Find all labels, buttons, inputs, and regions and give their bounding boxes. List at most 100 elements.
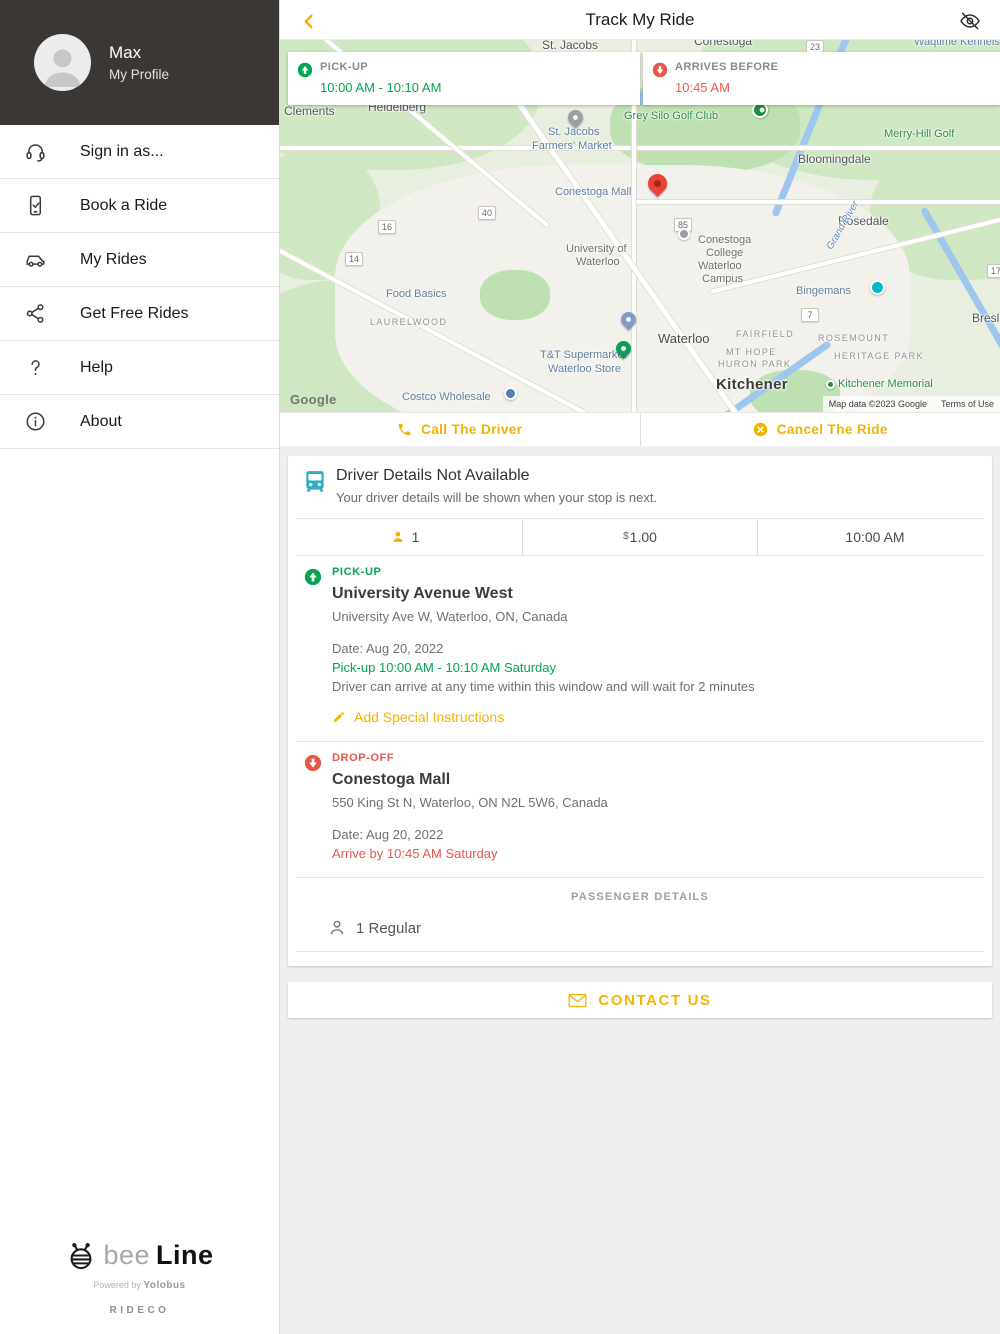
map-label: Bloomingdale [798, 152, 871, 166]
map-terrain-patch [700, 340, 860, 412]
passenger-count-stat: 1 [288, 519, 522, 555]
arrives-overlay-label: ARRIVES BEFORE [675, 61, 779, 73]
map-park-patch [750, 370, 840, 412]
map-label: Conestoga [698, 234, 752, 246]
road-shield: 17 [987, 264, 1000, 278]
map-label: ROSEMOUNT [818, 333, 890, 343]
map-road [280, 238, 640, 412]
map-road [280, 146, 1000, 150]
brand-name-bold: Line [156, 1239, 214, 1270]
hide-map-button[interactable] [958, 9, 982, 33]
map-label: Campus [702, 273, 743, 285]
app-window: Max My Profile Sign in as... Book a Ride [0, 0, 1000, 1334]
cancel-ride-button[interactable]: Cancel The Ride [641, 413, 1000, 446]
time-stat: 10:00 AM [757, 519, 992, 555]
pickup-summary-card: PICK-UP 10:00 AM - 10:10 AM [288, 52, 640, 105]
conestoga-mall-pin [644, 170, 671, 197]
pickup-window: Pick-up 10:00 AM - 10:10 AM Saturday [332, 660, 557, 675]
top-bar: Track My Ride [280, 0, 1000, 40]
map-label: Costco Wholesale [402, 391, 491, 403]
map-label: Bingemans [796, 285, 852, 297]
pickup-title: University Avenue West [332, 585, 513, 602]
map-label: HURON PARK [718, 359, 792, 369]
map-label: Food Basics [386, 288, 447, 300]
sidebar-item-label: Help [80, 358, 113, 376]
eye-off-icon [960, 12, 980, 30]
waterloo-pin [617, 308, 640, 331]
google-watermark: Google [290, 392, 337, 407]
map-river [721, 340, 833, 412]
pickup-icon [304, 568, 322, 586]
sidebar-item-about[interactable]: About [0, 395, 279, 449]
sidebar-item-label: Get Free Rides [80, 304, 189, 322]
bus-icon [306, 471, 324, 492]
arrives-overlay-time: 10:45 AM [675, 80, 730, 95]
map-park-patch [480, 270, 550, 320]
pencil-icon [334, 712, 344, 722]
dropoff-section: DROP-OFF Conestoga Mall 550 King St N, W… [288, 742, 992, 877]
dropoff-date: Date: Aug 20, 2022 [332, 827, 444, 842]
add-instructions-label: Add Special Instructions [354, 709, 505, 725]
profile-header[interactable]: Max My Profile [0, 0, 279, 125]
contact-us-label: CONTACT US [598, 991, 712, 1009]
map-terrain-patch [870, 150, 1000, 280]
dropoff-title: Conestoga Mall [332, 771, 451, 788]
booking-icon [22, 193, 48, 219]
map-label: Waterloo [576, 256, 620, 268]
passenger-outline-icon [330, 920, 344, 935]
contact-us-button[interactable]: CONTACT US [288, 982, 992, 1018]
map-label: Waterloo [658, 331, 710, 346]
pickup-overlay-label: PICK-UP [320, 61, 369, 73]
map-urban-area [335, 165, 910, 412]
pickup-overlay-time: 10:00 AM - 10:10 AM [320, 80, 442, 95]
road-shield: 14 [345, 252, 363, 266]
sidebar-item-label: My Rides [80, 250, 147, 268]
sidebar-item-sign-in[interactable]: Sign in as... [0, 125, 279, 179]
info-icon [22, 409, 48, 435]
map-label: University of [566, 243, 627, 255]
sidebar-menu: Sign in as... Book a Ride My Rides Get F… [0, 125, 279, 449]
map[interactable]: St. Jacobs Conestoga Waqtime Kennels Clemen… [280, 40, 1000, 412]
pickup-pin-icon [297, 62, 313, 78]
map-river [920, 206, 1000, 358]
trip-summary-overlay: PICK-UP 10:00 AM - 10:10 AM ARRIVES BEFO… [280, 52, 1000, 105]
ride-actions-bar: Call The Driver Cancel The Ride [280, 412, 1000, 446]
road-shield: 85 [674, 218, 692, 232]
map-road [636, 200, 1000, 204]
map-label: MT HOPE [726, 347, 777, 357]
kitchener-memorial-marker [826, 380, 835, 389]
map-label: Grey Silo Golf Club [624, 110, 719, 122]
terms-of-use-link[interactable]: Terms of Use [941, 399, 994, 409]
add-special-instructions-button[interactable]: Add Special Instructions [332, 709, 755, 725]
bee-icon [71, 1242, 92, 1270]
passenger-row: 1 Regular [288, 907, 992, 951]
map-terrain-patch [280, 150, 380, 280]
call-driver-button[interactable]: Call The Driver [280, 413, 641, 446]
driver-status-title: Driver Details Not Available [336, 467, 530, 484]
map-label: Waterloo Store [548, 363, 621, 375]
road-shield: 40 [478, 206, 496, 220]
dropoff-arrive-by: Arrive by 10:45 AM Saturday [332, 846, 498, 861]
fare-amount: 1.00 [629, 529, 657, 545]
sidebar-item-get-free-rides[interactable]: Get Free Rides [0, 287, 279, 341]
profile-subtitle: My Profile [109, 67, 170, 82]
sidebar-item-my-rides[interactable]: My Rides [0, 233, 279, 287]
sidebar: Max My Profile Sign in as... Book a Ride [0, 0, 280, 1334]
map-label: St. Jacobs [542, 40, 599, 52]
sidebar-item-label: Book a Ride [80, 196, 168, 214]
sidebar-item-book-a-ride[interactable]: Book a Ride [0, 179, 279, 233]
app-branding: bee Line Powered by Yolobus RIDECO [0, 1239, 279, 1316]
map-label: St. Jacobs [548, 126, 600, 138]
back-button[interactable] [296, 8, 322, 34]
headset-icon [22, 139, 48, 165]
dropoff-address: 550 King St N, Waterloo, ON N2L 5W6, Can… [332, 795, 608, 810]
sidebar-item-help[interactable]: Help [0, 341, 279, 395]
profile-name: Max [109, 43, 142, 62]
farmers-market-pin [564, 106, 587, 129]
pickup-section: PICK-UP University Avenue West Universit… [288, 556, 992, 741]
map-road [710, 217, 1000, 294]
map-label: Waterloo [698, 260, 742, 272]
map-label: Kitchener Memorial [838, 378, 933, 390]
map-label: HERITAGE PARK [834, 351, 924, 361]
main-panel: Track My Ride St. Jacobs Conestoga Waqti… [280, 0, 1000, 1334]
